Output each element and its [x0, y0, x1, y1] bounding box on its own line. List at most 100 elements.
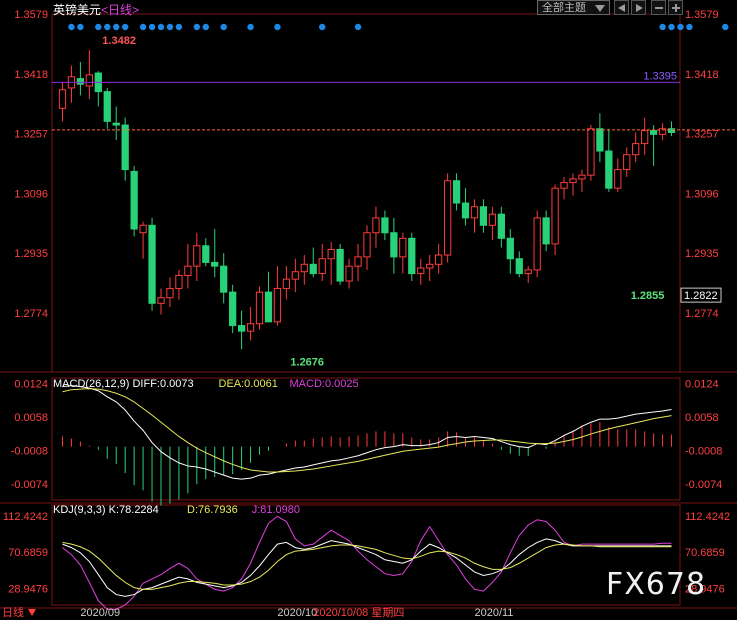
price-tick-left: 1.3096 — [14, 188, 48, 200]
candle-up — [551, 187, 559, 245]
candle-down — [408, 237, 416, 275]
candle-down — [515, 258, 523, 275]
candle-up — [614, 169, 622, 189]
minus-icon — [655, 7, 663, 9]
x-axis-label: 2020/09 — [80, 607, 120, 619]
signal-dot — [677, 23, 684, 31]
dif-line — [62, 385, 672, 480]
candle-down — [390, 232, 398, 258]
period-label: <日线> — [101, 3, 140, 17]
candle-down — [220, 265, 228, 293]
candle-up — [193, 245, 201, 267]
zoom-in-button[interactable] — [668, 0, 683, 15]
symbol-name: 英镑美元 — [53, 3, 102, 17]
candle-up — [569, 178, 577, 184]
candle-down — [479, 206, 488, 226]
chevron-down-icon — [595, 5, 605, 12]
candle-up — [533, 217, 541, 271]
candle-up — [184, 265, 192, 276]
candle-down — [452, 180, 461, 204]
candle-up — [363, 232, 371, 258]
macd-legend-dif: MACD(26,12,9) DIFF:0.0073 — [53, 378, 194, 390]
extreme-label: 1.3482 — [102, 35, 136, 47]
candle-down — [596, 128, 604, 152]
macd-tick-right: -0.0074 — [685, 479, 722, 491]
macd-tick-left: 0.0124 — [14, 379, 48, 391]
chart-title: 英镑美元<日线> — [53, 1, 139, 18]
candle-up — [318, 258, 326, 275]
candle-up — [354, 256, 362, 267]
candle-down — [76, 78, 85, 85]
panel-frame — [51, 504, 681, 606]
signal-dot — [77, 23, 84, 31]
candle-up — [417, 267, 425, 275]
kdj-tick-left: 28.9476 — [8, 584, 48, 596]
price-tick-left: 1.2774 — [14, 308, 48, 320]
candle-up — [443, 180, 452, 256]
theme-dropdown-label: 全部主题 — [542, 2, 586, 14]
candle-down — [229, 291, 237, 327]
candle-up — [175, 274, 183, 289]
price-tick-left: 1.2935 — [14, 248, 48, 260]
d-line — [62, 541, 672, 590]
candle-up — [345, 265, 353, 282]
signal-dot — [659, 23, 666, 31]
candle-down — [667, 128, 676, 133]
candle-up — [166, 287, 174, 299]
signal-dot — [202, 23, 209, 31]
resistance-label: 1.3395 — [643, 70, 677, 82]
candle-up — [255, 291, 264, 325]
signal-dot — [247, 23, 254, 31]
panel-frame — [51, 13, 681, 373]
candle-up — [157, 297, 165, 304]
macd-legend-macd: MACD:0.0025 — [290, 378, 359, 390]
extreme-label: 1.2676 — [290, 356, 324, 368]
price-tick-right: 1.3579 — [685, 9, 719, 21]
signal-dot — [139, 23, 147, 31]
candle-down — [649, 130, 658, 135]
signal-dot — [95, 23, 102, 31]
candle-up — [587, 128, 595, 176]
plus-icon-vertical — [675, 4, 677, 12]
candle-up — [291, 271, 299, 280]
candle-up — [426, 263, 434, 269]
candle-down — [497, 213, 505, 239]
candle-up — [641, 130, 649, 145]
x-axis-label: 2020/10 — [277, 607, 317, 619]
candle-down — [202, 245, 210, 263]
x-axis-period-label: 日线 — [2, 605, 24, 619]
candle-up — [435, 254, 443, 265]
kdj-tick-right: 112.4242 — [685, 511, 730, 523]
candle-up — [300, 263, 308, 273]
signal-dot — [175, 23, 183, 31]
macd-tick-right: -0.0008 — [685, 446, 722, 458]
theme-dropdown[interactable]: 全部主题 — [537, 0, 610, 15]
kdj-legend-k: KDJ(9,3,3) K:78.2284 — [53, 504, 159, 516]
next-button[interactable] — [631, 0, 646, 15]
kdj-legend-j: J:81.0980 — [252, 504, 300, 516]
prev-button[interactable] — [614, 0, 629, 15]
price-tick-left: 1.3418 — [14, 69, 48, 81]
signal-dot — [68, 23, 75, 31]
price-tick-left: 1.3257 — [14, 129, 48, 141]
kdj-tick-right: 70.6859 — [685, 547, 725, 559]
extreme-label: 1.2855 — [631, 290, 665, 302]
candle-up — [139, 224, 147, 234]
macd-tick-right: 0.0058 — [685, 412, 719, 424]
signal-dot — [686, 23, 693, 31]
fx678-watermark: FX678 — [606, 567, 707, 602]
signal-dot — [148, 23, 156, 31]
signal-dot — [166, 23, 174, 31]
zoom-out-button[interactable] — [651, 0, 666, 15]
candle-up — [470, 206, 479, 219]
candle-up — [399, 237, 407, 258]
signal-dot — [319, 23, 326, 31]
price-tick-right: 1.3257 — [685, 129, 719, 141]
candle-up — [327, 248, 335, 260]
panel-frame — [51, 377, 681, 501]
signal-dot — [274, 23, 281, 31]
signal-dot — [354, 23, 362, 31]
x-axis-label: 2020/10/08 星期四 — [313, 606, 404, 619]
candle-up — [560, 182, 568, 189]
candle-down — [309, 263, 317, 275]
